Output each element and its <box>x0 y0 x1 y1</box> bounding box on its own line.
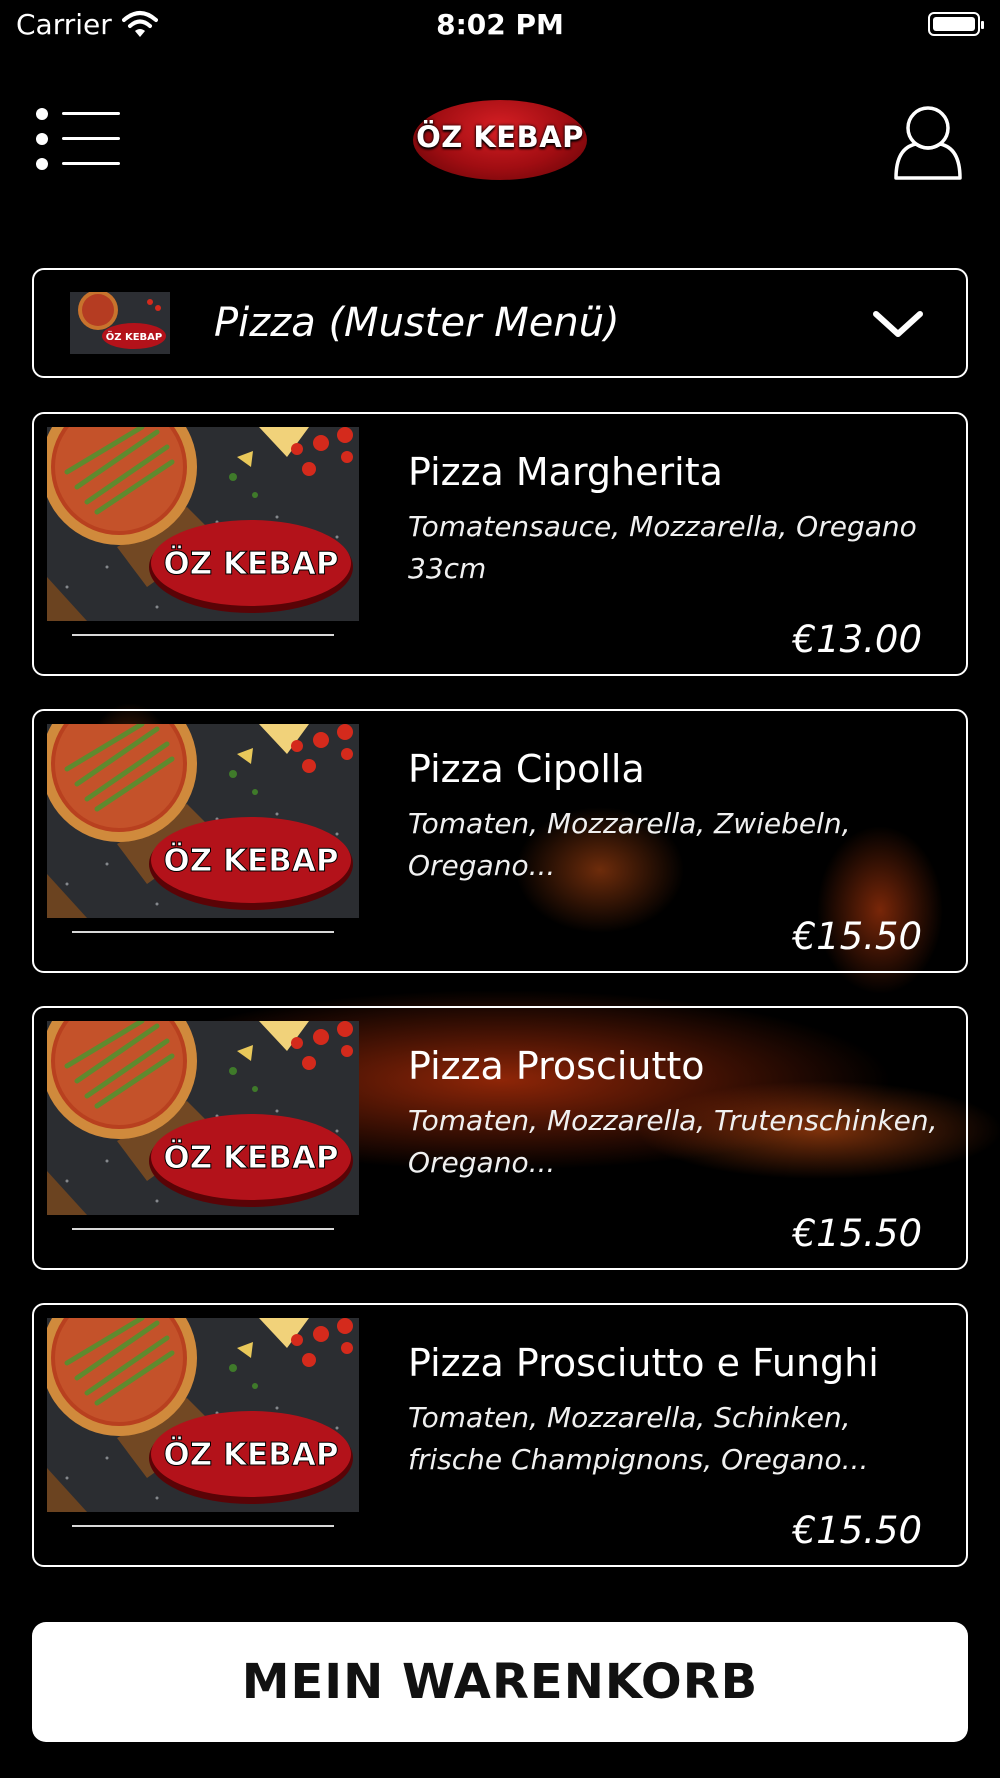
item-description: Tomaten, Mozzarella, Trutenschinken, Ore… <box>408 1104 938 1179</box>
chevron-down-icon <box>873 311 923 337</box>
status-time: 8:02 PM <box>436 8 564 41</box>
item-thumbnail: ÖZ KEBAP <box>47 1021 359 1215</box>
thumbnail-divider <box>72 931 334 933</box>
status-bar: Carrier 8:02 PM <box>0 0 1000 52</box>
item-description: Tomaten, Mozzarella, Schinken, frische C… <box>408 1401 869 1476</box>
item-logo-text: ÖZ KEBAP <box>163 1436 338 1473</box>
thumbnail-divider <box>72 634 334 636</box>
item-thumbnail: ÖZ KEBAP <box>47 724 359 918</box>
item-logo-text: ÖZ KEBAP <box>163 842 338 879</box>
brand-logo[interactable]: ÖZ KEBAP <box>413 100 587 180</box>
category-thumb-logo: ÖZ KEBAP <box>106 329 163 343</box>
category-thumbnail: ÖZ KEBAP <box>70 292 170 354</box>
item-description: Tomaten, Mozzarella, Zwiebeln, Oregano..… <box>408 807 851 882</box>
battery-icon <box>928 12 984 36</box>
item-name: Pizza Cipolla <box>408 747 645 791</box>
item-name: Pizza Prosciutto e Funghi <box>408 1341 879 1385</box>
item-description: Tomatensauce, Mozzarella, Oregano 33cm <box>408 510 917 585</box>
item-price: €13.00 <box>792 618 922 661</box>
item-price: €15.50 <box>792 1212 922 1255</box>
menu-item-card[interactable]: ÖZ KEBAP Pizza Margherita Tomatensauce, … <box>32 412 968 676</box>
category-dropdown[interactable]: ÖZ KEBAP Pizza (Muster Menü) <box>32 268 968 378</box>
menu-item-card[interactable]: ÖZ KEBAP Pizza Cipolla Tomaten, Mozzarel… <box>32 709 968 973</box>
menu-item-card[interactable]: ÖZ KEBAP Pizza Prosciutto Tomaten, Mozza… <box>32 1006 968 1270</box>
hamburger-menu-icon[interactable] <box>36 108 126 170</box>
logo-text: ÖZ KEBAP <box>416 120 584 154</box>
menu-item-card[interactable]: ÖZ KEBAP Pizza Prosciutto e Funghi Tomat… <box>32 1303 968 1567</box>
thumbnail-divider <box>72 1525 334 1527</box>
item-name: Pizza Margherita <box>408 450 723 494</box>
category-title: Pizza (Muster Menü) <box>214 300 620 346</box>
cart-button[interactable]: MEIN WARENKORB <box>32 1622 968 1742</box>
item-price: €15.50 <box>792 1509 922 1552</box>
user-profile-icon[interactable] <box>892 104 964 180</box>
item-logo-text: ÖZ KEBAP <box>163 545 338 582</box>
item-price: €15.50 <box>792 915 922 958</box>
cart-button-label: MEIN WARENKORB <box>241 1654 759 1710</box>
item-thumbnail: ÖZ KEBAP <box>47 1318 359 1512</box>
item-thumbnail: ÖZ KEBAP <box>47 427 359 621</box>
item-logo-text: ÖZ KEBAP <box>163 1139 338 1176</box>
thumbnail-divider <box>72 1228 334 1230</box>
item-name: Pizza Prosciutto <box>408 1044 705 1088</box>
